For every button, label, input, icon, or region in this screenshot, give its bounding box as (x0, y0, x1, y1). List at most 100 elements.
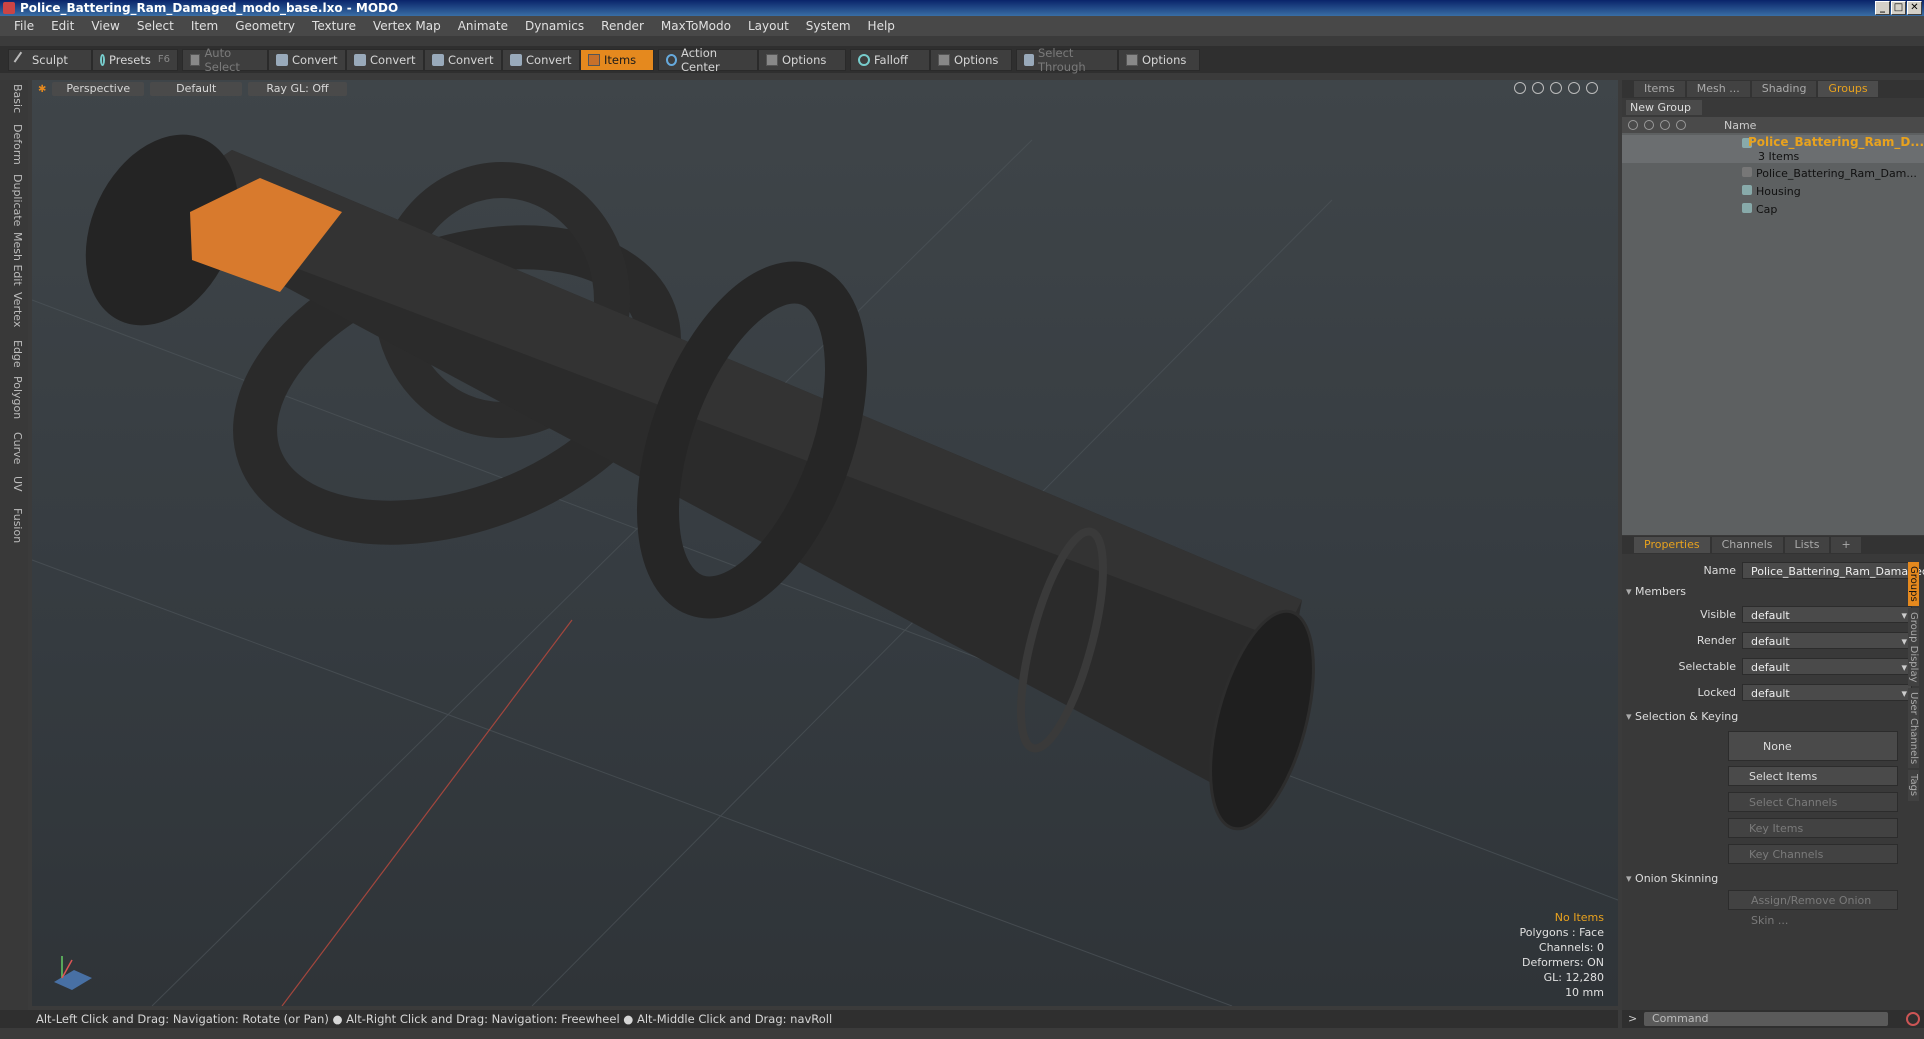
tab-mesh-edit[interactable]: Mesh Edit (4, 232, 24, 286)
add-tab-button[interactable]: + (1831, 537, 1861, 553)
window-controls: _ □ ✕ (1875, 1, 1922, 15)
side-tab-groups[interactable]: Groups (1908, 562, 1919, 606)
tab-items[interactable]: Items (1634, 81, 1685, 97)
menu-maxtomodo[interactable]: MaxToModo (661, 19, 731, 33)
close-button[interactable]: ✕ (1907, 1, 1922, 15)
convert-button-1[interactable]: Convert (268, 48, 346, 71)
locked-dropdown[interactable]: default (1742, 683, 1912, 702)
new-group-button[interactable]: New Group (1626, 100, 1702, 115)
mesh-icon (1742, 185, 1752, 195)
onion-skin-button[interactable]: Assign/Remove Onion Skin ... (1728, 890, 1898, 927)
options-button-2[interactable]: Options (930, 48, 1012, 71)
tab-vertex[interactable]: Vertex (4, 292, 24, 327)
viewport-menu-icon[interactable]: ✱ (38, 84, 46, 95)
menu-layout[interactable]: Layout (748, 19, 789, 33)
name-row: Name Police_Battering_Ram_Damaged (1703, 561, 1924, 579)
side-tab-user-channels[interactable]: User Channels (1908, 688, 1919, 769)
menu-select[interactable]: Select (137, 19, 174, 33)
zoom-icon[interactable] (1550, 82, 1562, 94)
side-tab-group-display[interactable]: Group Display (1908, 607, 1919, 687)
selection-keying-section[interactable]: Selection & Keying (1626, 710, 1738, 723)
projection-dropdown[interactable]: Perspective (52, 82, 145, 96)
convert-icon (510, 53, 522, 66)
menu-vertex-map[interactable]: Vertex Map (373, 19, 441, 33)
render-icon[interactable] (1644, 120, 1654, 130)
tab-channels[interactable]: Channels (1711, 537, 1783, 553)
convert-button-4[interactable]: Convert (502, 48, 580, 71)
falloff-button[interactable]: Falloff (850, 48, 930, 71)
menu-texture[interactable]: Texture (312, 19, 356, 33)
action-center-button[interactable]: Action Center (658, 46, 758, 74)
tab-properties[interactable]: Properties (1634, 537, 1710, 553)
selectable-dropdown[interactable]: default (1742, 657, 1912, 676)
maximize-button[interactable]: □ (1891, 1, 1906, 15)
select-through-button[interactable]: Select Through (1016, 46, 1118, 74)
group-child-row[interactable]: Police_Battering_Ram_Dam... (1622, 167, 1924, 181)
menu-dynamics[interactable]: Dynamics (525, 19, 584, 33)
menu-view[interactable]: View (91, 19, 119, 33)
tab-duplicate[interactable]: Duplicate (4, 174, 24, 226)
name-column-header[interactable]: Name (1724, 119, 1756, 132)
tab-lists[interactable]: Lists (1784, 537, 1830, 553)
menu-item[interactable]: Item (191, 19, 218, 33)
key-channels-button[interactable]: Key Channels (1728, 844, 1898, 864)
group-row-root[interactable]: Police_Battering_Ram_D... 3 Items (1622, 135, 1924, 163)
tab-shading[interactable]: Shading (1751, 81, 1817, 97)
select-channels-button[interactable]: Select Channels (1728, 792, 1898, 812)
lock-icon[interactable] (1660, 120, 1670, 130)
menu-file[interactable]: File (14, 19, 34, 33)
tab-fusion[interactable]: Fusion (4, 508, 24, 543)
menu-system[interactable]: System (806, 19, 851, 33)
convert-button-3[interactable]: Convert (424, 48, 502, 71)
items-mode-button[interactable]: Items (580, 48, 654, 71)
tab-basic[interactable]: Basic (4, 84, 24, 113)
menu-animate[interactable]: Animate (458, 19, 508, 33)
members-section[interactable]: Members (1626, 585, 1686, 598)
options-icon (938, 53, 950, 66)
shading-dropdown[interactable]: Default (150, 82, 243, 96)
command-history-icon[interactable]: > (1628, 1012, 1637, 1025)
axis-gizmo (54, 956, 92, 990)
visible-row: Visible default (1622, 604, 1924, 624)
gear-icon[interactable] (1586, 82, 1598, 94)
convert-button-2[interactable]: Convert (346, 48, 424, 71)
raygl-dropdown[interactable]: Ray GL: Off (248, 82, 347, 96)
eye-icon[interactable] (1628, 120, 1638, 130)
menu-render[interactable]: Render (601, 19, 644, 33)
3d-viewport[interactable]: ✱ Perspective Default Ray GL: Off No Ite… (32, 80, 1618, 1006)
minimize-button[interactable]: _ (1875, 1, 1890, 15)
group-child-row[interactable]: Housing (1622, 185, 1924, 199)
presets-button[interactable]: Presets F6 (92, 48, 178, 71)
pan-icon[interactable] (1514, 82, 1526, 94)
onion-skinning-section[interactable]: Onion Skinning (1626, 872, 1718, 885)
menu-geometry[interactable]: Geometry (235, 19, 295, 33)
group-child-row[interactable]: Cap (1622, 203, 1924, 217)
tab-uv[interactable]: UV (4, 476, 24, 492)
convert-icon (354, 53, 366, 66)
tab-groups[interactable]: Groups (1818, 81, 1878, 97)
record-icon[interactable] (1906, 1012, 1920, 1026)
tab-curve[interactable]: Curve (4, 432, 24, 464)
select-items-button[interactable]: Select Items (1728, 766, 1898, 786)
command-input[interactable]: Command (1644, 1012, 1888, 1026)
render-dropdown[interactable]: default (1742, 631, 1912, 650)
tab-edge[interactable]: Edge (4, 340, 24, 368)
menu-help[interactable]: Help (868, 19, 895, 33)
convert-icon (276, 53, 288, 66)
options-button-1[interactable]: Options (758, 48, 846, 71)
tab-mesh[interactable]: Mesh ... (1686, 81, 1750, 97)
none-button[interactable]: None (1728, 731, 1898, 761)
select-icon[interactable] (1676, 120, 1686, 130)
options-button-3[interactable]: Options (1118, 48, 1200, 71)
side-tab-tags[interactable]: Tags (1908, 770, 1919, 801)
auto-select-button[interactable]: Auto Select (182, 46, 268, 74)
menu-edit[interactable]: Edit (51, 19, 74, 33)
group-name-input[interactable]: Police_Battering_Ram_Damaged (1742, 561, 1924, 579)
fit-icon[interactable] (1568, 82, 1580, 94)
sculpt-button[interactable]: Sculpt (8, 48, 92, 71)
rotate-icon[interactable] (1532, 82, 1544, 94)
tab-deform[interactable]: Deform (4, 124, 24, 165)
visible-dropdown[interactable]: default (1742, 605, 1912, 624)
tab-polygon[interactable]: Polygon (4, 376, 24, 419)
key-items-button[interactable]: Key Items (1728, 818, 1898, 838)
